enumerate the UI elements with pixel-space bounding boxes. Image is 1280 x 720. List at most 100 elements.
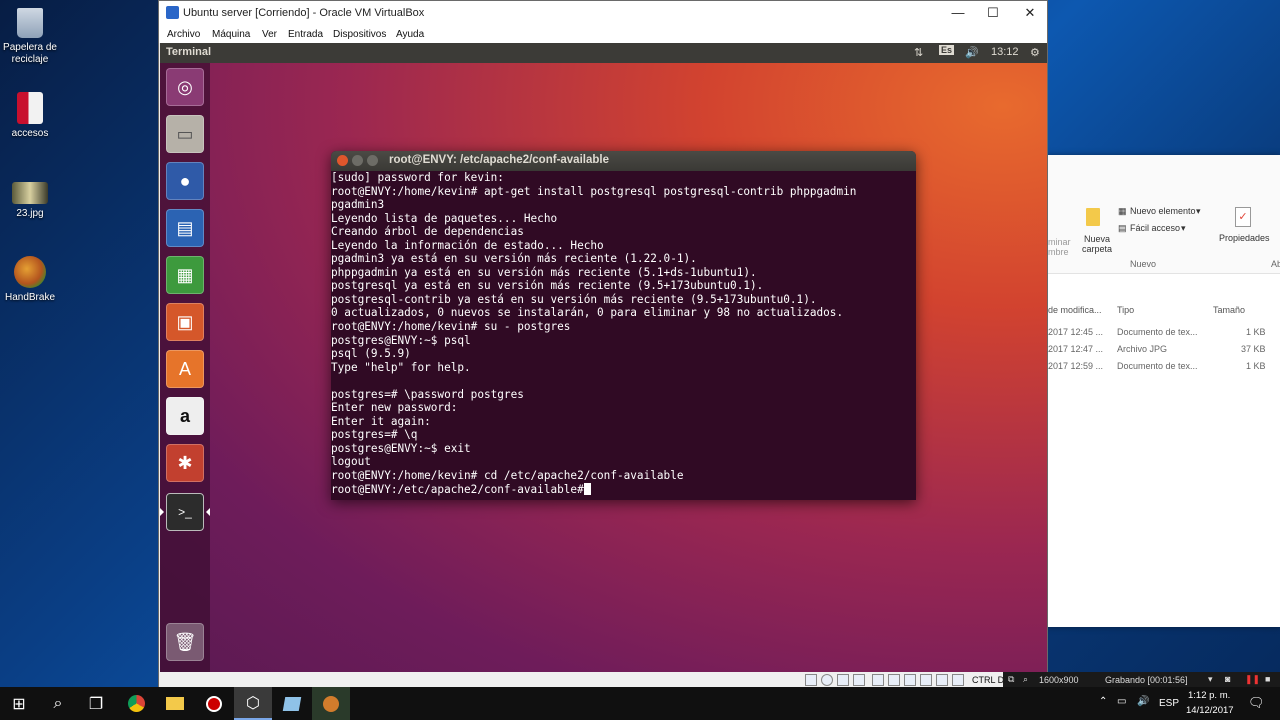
impress-icon[interactable]: ▣	[166, 303, 204, 341]
system-menu-gear-icon[interactable]: ⚙	[1030, 46, 1040, 59]
desktop-icon-23jpg[interactable]: 23.jpg	[0, 182, 65, 220]
terminal-close-button[interactable]	[337, 155, 348, 166]
trash-icon[interactable]: 🗑	[166, 623, 204, 661]
menu-ver[interactable]: Ver	[262, 29, 277, 40]
tray-language[interactable]: ESP	[1159, 698, 1179, 709]
shared-folders-status-icon[interactable]	[888, 674, 900, 686]
recycle-bin-icon	[17, 8, 43, 38]
ribbon-delete-partial[interactable]: minar	[1048, 237, 1071, 247]
recorder-icon[interactable]	[195, 687, 233, 720]
ubuntu-guest-screen[interactable]: Terminal ⇅ Es 🔊 13:12 ⚙ ◎ ▭ ● ▤ ▦ ▣ A a …	[160, 43, 1047, 672]
terminal-icon[interactable]: >_	[166, 493, 204, 531]
desktop-icon-label: HandBrake	[4, 292, 56, 303]
properties-button[interactable]: Propiedades	[1219, 233, 1270, 243]
terminal-line: phppgadmin ya está en su versión más rec…	[331, 265, 757, 279]
search-icon[interactable]: ⌕	[39, 687, 77, 720]
tray-network-icon[interactable]: ▭	[1117, 696, 1126, 707]
table-row[interactable]: 2017 12:45 ... Documento de tex... 1 KB	[1046, 327, 1280, 341]
new-folder-button[interactable]: Nueva carpeta	[1082, 234, 1112, 254]
new-item-button[interactable]: Nuevo elemento	[1130, 206, 1196, 216]
maximize-button[interactable]: ☐	[978, 4, 1008, 22]
panel-clock[interactable]: 13:12	[991, 46, 1019, 58]
volume-icon[interactable]: 🔊	[965, 46, 979, 59]
desktop-icon-handbrake[interactable]: HandBrake	[0, 256, 65, 304]
tray-date[interactable]: 14/12/2017	[1186, 705, 1234, 716]
terminal-output[interactable]: [sudo] password for kevin: root@ENVY:/hom…	[331, 171, 856, 496]
menu-entrada[interactable]: Entrada	[288, 29, 323, 40]
recorder-zoom-icon[interactable]: ⌕	[1023, 674, 1028, 685]
cpu-status-icon[interactable]	[936, 674, 948, 686]
hard-disk-status-icon[interactable]	[805, 674, 817, 686]
chrome-icon[interactable]	[117, 687, 155, 720]
image-file-icon	[12, 182, 48, 204]
menu-archivo[interactable]: Archivo	[167, 29, 200, 40]
menu-dispositivos[interactable]: Dispositivos	[333, 29, 386, 40]
vbox-titlebar[interactable]: Ubuntu server [Corriendo] - Oracle VM Vi…	[159, 1, 1047, 25]
software-center-icon[interactable]: A	[166, 350, 204, 388]
desktop-icon-accesos[interactable]: accesos	[0, 92, 65, 140]
recorder-dropdown-icon[interactable]: ▾	[1208, 674, 1213, 685]
keyboard-layout-indicator[interactable]: Es	[939, 45, 955, 55]
notifications-icon[interactable]: 🗨	[1248, 695, 1265, 711]
terminal-line: postgresql ya está en su versión más rec…	[331, 279, 764, 293]
handbrake-task-icon[interactable]	[312, 687, 350, 720]
column-modified[interactable]: de modifica...	[1048, 305, 1102, 315]
video-capture-status-icon[interactable]	[920, 674, 932, 686]
column-size[interactable]: Tamaño	[1213, 305, 1245, 315]
tray-time[interactable]: 1:12 p. m.	[1188, 690, 1230, 701]
tray-expand-icon[interactable]: ⌃	[1099, 696, 1107, 707]
amazon-icon[interactable]: a	[166, 397, 204, 435]
terminal-line: Creando árbol de dependencias	[331, 225, 524, 239]
terminal-line: postgres@ENVY:~$ exit	[331, 441, 471, 455]
table-row[interactable]: 2017 12:59 ... Documento de tex... 1 KB	[1046, 361, 1280, 375]
virtualbox-task-icon[interactable]: ⬡	[234, 687, 272, 720]
vbox-window-title: Ubuntu server [Corriendo] - Oracle VM Vi…	[183, 7, 425, 19]
close-button[interactable]: ✕	[1015, 4, 1045, 22]
file-explorer-icon[interactable]	[156, 687, 194, 720]
audio-status-icon[interactable]	[837, 674, 849, 686]
usb-status-icon[interactable]	[872, 674, 884, 686]
row-type: Archivo JPG	[1117, 344, 1168, 354]
menu-maquina[interactable]: Máquina	[212, 29, 250, 40]
firefox-icon[interactable]: ●	[166, 162, 204, 200]
terminal-titlebar[interactable]: root@ENVY: /etc/apache2/conf-available	[331, 151, 916, 171]
easy-access-button[interactable]: Fácil acceso	[1130, 223, 1180, 233]
recorder-camera-icon[interactable]: ◙	[1225, 674, 1230, 684]
ribbon-rename-partial[interactable]: mbre	[1048, 247, 1069, 257]
menu-ayuda[interactable]: Ayuda	[396, 29, 424, 40]
table-row[interactable]: 2017 12:47 ... Archivo JPG 37 KB	[1046, 344, 1280, 358]
ubuntu-dash-icon[interactable]: ◎	[166, 68, 204, 106]
desktop-icon-recycle-bin[interactable]: Papelera de reciclaje	[0, 8, 65, 66]
terminal-line: psql (9.5.9)	[331, 347, 411, 361]
vbox-statusbar: CTRL DI	[159, 672, 1047, 688]
mouse-integration-status-icon[interactable]	[952, 674, 964, 686]
network-icon[interactable]: ⇅	[914, 46, 923, 59]
terminal-line: root@ENVY:/home/kevin# cd /etc/apache2/c…	[331, 469, 684, 483]
recorder-pause-icon[interactable]: ❚❚	[1245, 674, 1260, 685]
windows-taskbar: ⊞ ⌕ ❐ ⬡ ⌃ ▭ 🔊 ESP 1:12 p. m. 14/12/2017 …	[0, 687, 1280, 720]
terminal-maximize-button[interactable]	[367, 155, 378, 166]
recorder-resolution: 1600x900	[1039, 675, 1079, 685]
tray-volume-icon[interactable]: 🔊	[1137, 696, 1149, 707]
optical-drive-status-icon[interactable]	[821, 674, 833, 686]
display-status-icon[interactable]	[904, 674, 916, 686]
terminal-line: Leyendo la información de estado... Hech…	[331, 238, 604, 252]
task-view-icon[interactable]: ❐	[77, 687, 115, 720]
recorder-overlay-bar: ⧉ ⌕ 1600x900 Grabando [00:01:56] ▾ ◙ ❚❚ …	[1003, 672, 1280, 688]
terminal-minimize-button[interactable]	[352, 155, 363, 166]
vbox-guest-icon[interactable]	[273, 687, 311, 720]
system-settings-icon[interactable]: ✱	[166, 444, 204, 482]
writer-icon[interactable]: ▤	[166, 209, 204, 247]
files-icon[interactable]: ▭	[166, 115, 204, 153]
start-icon[interactable]: ⊞	[0, 687, 38, 720]
recorder-fullscreen-icon[interactable]: ⧉	[1008, 674, 1014, 685]
host-key-label[interactable]: CTRL DI	[972, 675, 1007, 685]
recorder-stop-icon[interactable]: ■	[1265, 674, 1270, 684]
calc-icon[interactable]: ▦	[166, 256, 204, 294]
row-date: 2017 12:47 ...	[1048, 344, 1104, 354]
terminal-window[interactable]: root@ENVY: /etc/apache2/conf-available […	[331, 151, 916, 500]
network-status-icon[interactable]	[853, 674, 865, 686]
file-explorer-window: minar mbre Nueva carpeta ▦ Nuevo element…	[1046, 155, 1280, 627]
minimize-button[interactable]: —	[943, 4, 973, 22]
column-type[interactable]: Tipo	[1117, 305, 1134, 315]
